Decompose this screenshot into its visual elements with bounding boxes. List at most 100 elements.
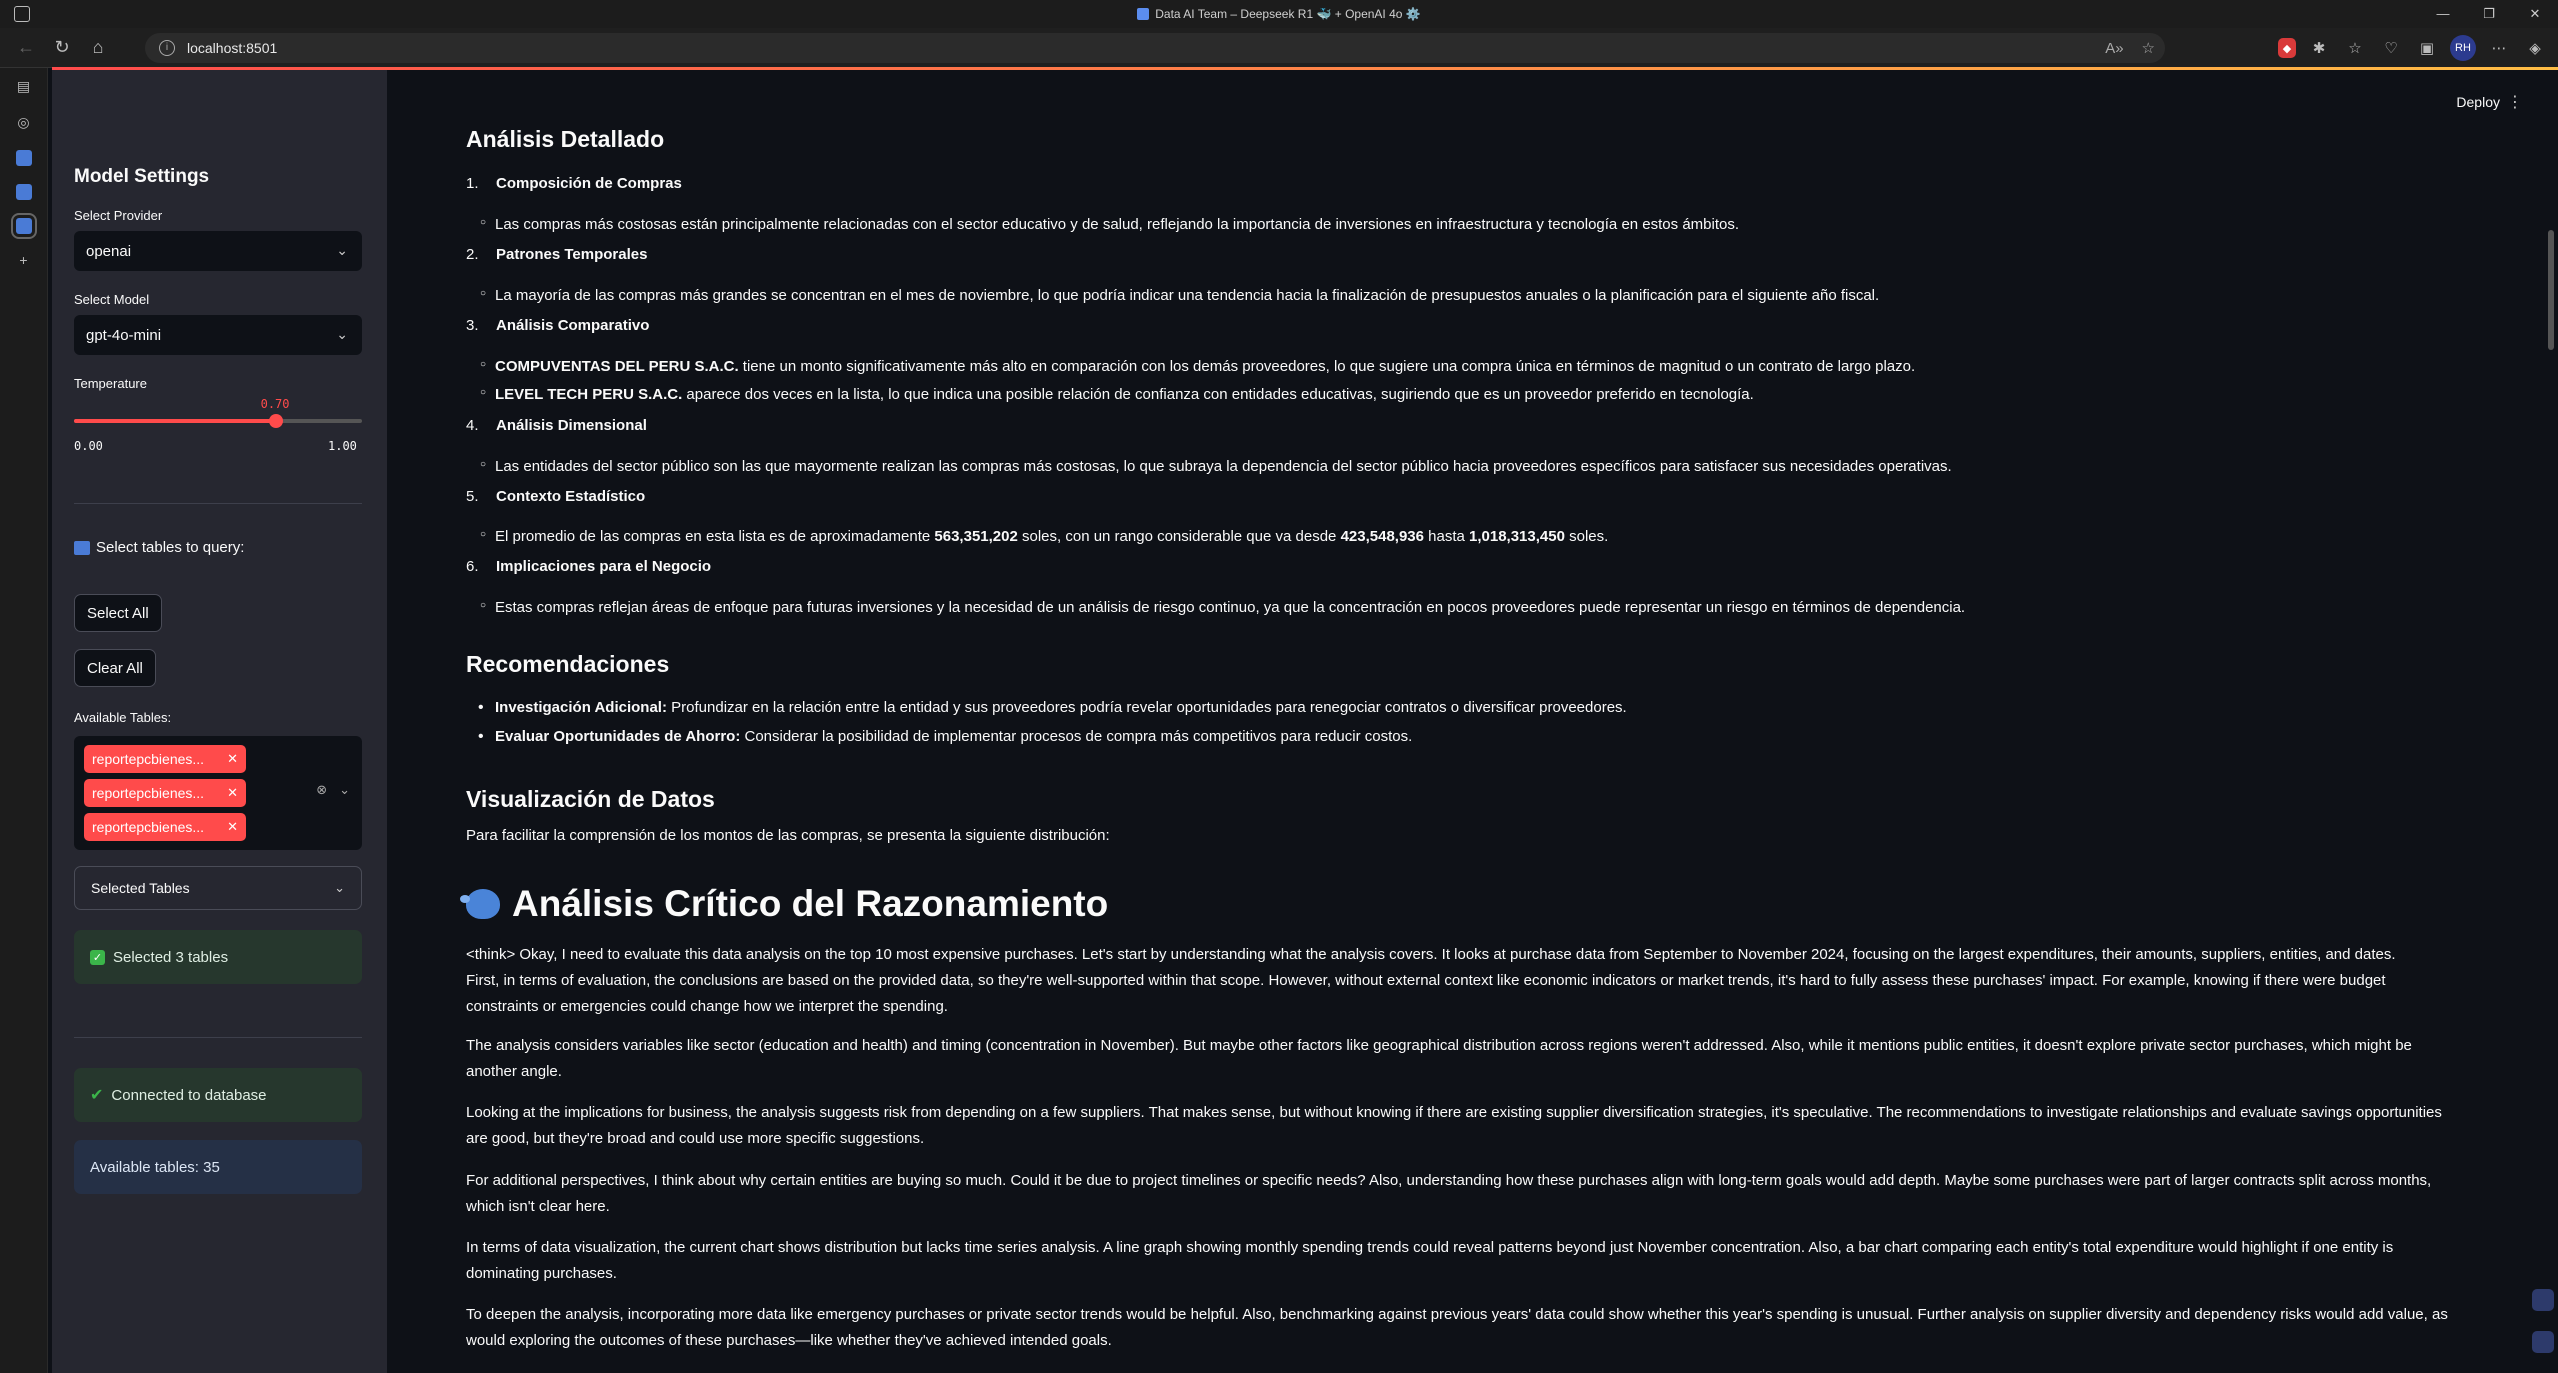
new-tab-icon[interactable]: + — [14, 252, 34, 270]
model-select[interactable]: gpt-4o-mini ⌄ — [74, 315, 362, 355]
remove-tag-icon[interactable]: ✕ — [227, 785, 238, 801]
critique-title-text: Análisis Crítico del Razonamiento — [512, 883, 1109, 924]
available-count-text: Available tables: 35 — [90, 1158, 220, 1176]
chevron-down-icon: ⌄ — [336, 326, 348, 342]
section-title: Análisis Detallado — [466, 126, 665, 152]
tag-label: reportepcbienes... — [92, 785, 205, 801]
slider-thumb[interactable] — [268, 414, 283, 428]
main-content: Deploy ⋮ Análisis Detallado 1. Composició… — [387, 70, 2545, 1373]
extension-puzzle-icon[interactable]: ✱ — [2306, 35, 2332, 61]
chevron-down-icon: ⌄ — [336, 242, 348, 258]
remove-tag-icon[interactable]: ✕ — [227, 819, 238, 835]
window-title-text: Data AI Team – Deepseek R1 🐳 + OpenAI 4o… — [1155, 7, 1421, 21]
list-bullet: COMPUVENTAS DEL PERU S.A.C. tiene un mon… — [480, 356, 1915, 379]
check-box-icon: ✓ — [90, 949, 105, 965]
paragraph: In terms of data visualization, the curr… — [466, 1239, 2394, 1282]
browser-app-icon[interactable] — [14, 6, 30, 22]
remove-tag-icon[interactable]: ✕ — [227, 751, 238, 767]
available-tables-label: Available Tables: — [74, 710, 172, 725]
paragraph: Looking at the implications for business… — [466, 1104, 2442, 1147]
read-aloud-icon[interactable]: A» — [2105, 40, 2123, 57]
model-value: gpt-4o-mini — [86, 326, 162, 344]
favorite-star-icon[interactable]: ☆ — [2142, 39, 2155, 57]
feedback-icon[interactable] — [2532, 1289, 2554, 1311]
chart-tab-icon[interactable] — [15, 184, 32, 200]
clear-selection-icon[interactable]: ⊗ — [316, 782, 327, 798]
section-title: Visualización de Datos — [466, 786, 715, 812]
selected-table-tag[interactable]: reportepcbienes... ✕ — [84, 745, 246, 773]
available-count-alert: Available tables: 35 — [74, 1140, 362, 1194]
expander-label: Selected Tables — [91, 880, 190, 896]
home-icon[interactable]: ⌂ — [80, 30, 116, 66]
divider — [74, 1037, 362, 1038]
restore-icon[interactable]: ❐ — [2466, 0, 2512, 28]
more-options-icon[interactable]: ⋮ — [2507, 92, 2523, 112]
clear-all-button[interactable]: Clear All — [74, 649, 156, 687]
slider-fill — [74, 419, 276, 423]
list-item: 4. Análisis Dimensional — [466, 417, 647, 434]
chevron-down-icon[interactable]: ⌄ — [339, 782, 350, 798]
page-scrollbar[interactable] — [2548, 230, 2554, 350]
tab-actions-icon[interactable]: ▤ — [14, 78, 34, 96]
list-bullet: Las compras más costosas están principal… — [480, 214, 1739, 237]
selected-count-text: Selected 3 tables — [113, 948, 229, 966]
selected-tables-expander[interactable]: Selected Tables ⌄ — [74, 866, 362, 910]
copilot-icon[interactable]: ◈ — [2522, 35, 2548, 61]
divider — [74, 503, 362, 504]
browser-vertical-sidebar: ▤ ◎ + — [0, 68, 48, 1373]
profile-avatar[interactable]: RH — [2450, 35, 2476, 61]
window-titlebar: Data AI Team – Deepseek R1 🐳 + OpenAI 4o… — [0, 0, 2558, 28]
chevron-down-icon: ⌄ — [334, 880, 345, 895]
chart-icon — [74, 540, 90, 555]
paragraph: Para facilitar la comprensión de los mon… — [466, 827, 1110, 844]
list-bullet: LEVEL TECH PERU S.A.C. aparece dos veces… — [480, 384, 1754, 407]
sidebar-title: Model Settings — [74, 166, 210, 187]
provider-value: openai — [86, 242, 132, 260]
more-menu-icon[interactable]: ⋯ — [2486, 35, 2512, 61]
window-title: Data AI Team – Deepseek R1 🐳 + OpenAI 4o… — [1137, 7, 1421, 21]
favorites-icon[interactable]: ☆ — [2342, 35, 2368, 61]
shield-extension-icon[interactable]: ◆ — [2278, 38, 2296, 58]
back-icon[interactable]: ← — [8, 30, 44, 66]
connection-alert: ✔ Connected to database — [74, 1068, 362, 1122]
github-icon[interactable]: ◎ — [14, 114, 34, 132]
collections-icon[interactable]: ▣ — [2414, 35, 2440, 61]
list-bullet: La mayoría de las compras más grandes se… — [480, 285, 1879, 308]
temperature-slider[interactable] — [74, 414, 362, 428]
selected-table-tag[interactable]: reportepcbienes... ✕ — [84, 813, 246, 841]
temperature-value: 0.70 — [260, 397, 290, 411]
minimize-icon[interactable]: — — [2420, 0, 2466, 28]
connected-text: Connected to database — [111, 1086, 267, 1104]
deploy-button[interactable]: Deploy — [2456, 94, 2500, 110]
tag-label: reportepcbienes... — [92, 819, 205, 835]
extension-icons: ◆ ✱ ☆ ♡ ▣ RH ⋯ ◈ — [2278, 28, 2558, 68]
paragraph: <think> Okay, I need to evaluate this da… — [466, 946, 2396, 1015]
list-bullet: Las entidades del sector público son las… — [480, 456, 1952, 479]
select-all-button[interactable]: Select All — [74, 594, 162, 632]
critique-title: Análisis Crítico del Razonamiento — [460, 876, 1109, 932]
window-controls: — ❐ ✕ — [2420, 0, 2558, 28]
close-icon[interactable]: ✕ — [2512, 0, 2558, 28]
tables-heading: Select tables to query: — [74, 539, 244, 556]
floating-icons — [2532, 1289, 2554, 1353]
url-text[interactable]: localhost:8501 — [187, 40, 277, 56]
list-bullet: Evaluar Oportunidades de Ahorro: Conside… — [478, 725, 1412, 748]
list-item: 3. Análisis Comparativo — [466, 317, 650, 334]
tag-label: reportepcbienes... — [92, 751, 205, 767]
list-bullet: Estas compras reflejan áreas de enfoque … — [480, 597, 1965, 620]
chart-tab-icon-active[interactable] — [10, 213, 37, 239]
reload-icon[interactable]: ↻ — [44, 30, 80, 66]
address-bar[interactable]: i localhost:8501 A» ☆ — [145, 33, 2165, 63]
provider-label: Select Provider — [74, 208, 163, 223]
model-label: Select Model — [74, 292, 150, 307]
site-info-icon[interactable]: i — [159, 40, 175, 56]
selected-table-tag[interactable]: reportepcbienes... ✕ — [84, 779, 246, 807]
selected-count-alert: ✓ Selected 3 tables — [74, 930, 362, 984]
provider-select[interactable]: openai ⌄ — [74, 231, 362, 271]
browser-essentials-icon[interactable]: ♡ — [2378, 35, 2404, 61]
tables-multiselect[interactable]: reportepcbienes... ✕ reportepcbienes... … — [74, 736, 362, 850]
list-bullet: El promedio de las compras en esta lista… — [480, 526, 1608, 549]
chart-tab-icon[interactable] — [15, 150, 32, 166]
copilot-floating-icon[interactable] — [2532, 1331, 2554, 1353]
chart-icon — [1137, 8, 1150, 20]
